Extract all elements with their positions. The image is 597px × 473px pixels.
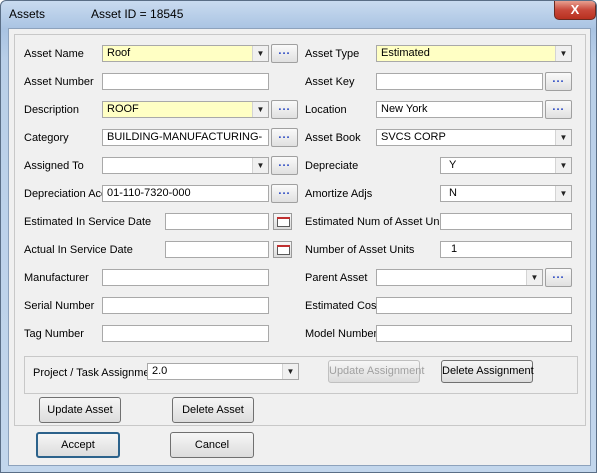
- num-units-input[interactable]: 1: [440, 241, 572, 258]
- model-number-label: Model Number: [305, 328, 378, 340]
- num-units-label: Number of Asset Units: [305, 244, 415, 256]
- title-bar[interactable]: Assets Asset ID = 18545 X: [1, 1, 596, 27]
- delete-assignment-button[interactable]: Delete Assignment: [441, 360, 534, 383]
- close-button[interactable]: X: [554, 1, 596, 20]
- depreciate-label: Depreciate: [305, 160, 359, 172]
- description-label: Description: [24, 104, 80, 116]
- manufacturer-label: Manufacturer: [24, 272, 89, 284]
- cancel-button[interactable]: Cancel: [170, 432, 254, 458]
- category-browse-button[interactable]: ...: [271, 128, 298, 147]
- asset-book-combo[interactable]: SVCS CORP ▼: [376, 129, 572, 146]
- parent-asset-combo[interactable]: ▼: [376, 269, 543, 286]
- asset-name-combo[interactable]: Roof ▼: [102, 45, 269, 62]
- asset-number-label: Asset Number: [24, 76, 94, 88]
- serial-number-input[interactable]: [102, 297, 269, 314]
- model-number-input[interactable]: [376, 325, 572, 342]
- chevron-down-icon[interactable]: ▼: [555, 46, 571, 61]
- num-units-value: 1: [451, 243, 458, 255]
- manufacturer-input[interactable]: [102, 269, 269, 286]
- estimated-cost-label: Estimated Cost: [305, 300, 380, 312]
- asset-name-browse-button[interactable]: ...: [271, 44, 298, 63]
- parent-asset-browse-button[interactable]: ...: [545, 268, 572, 287]
- asset-key-input[interactable]: [376, 73, 543, 90]
- est-num-units-input[interactable]: [440, 213, 572, 230]
- chevron-down-icon[interactable]: ▼: [555, 158, 571, 173]
- asset-name-label: Asset Name: [24, 48, 84, 60]
- calendar-icon[interactable]: [273, 213, 292, 230]
- assigned-to-label: Assigned To: [24, 160, 84, 172]
- amortize-adjs-label: Amortize Adjs: [305, 188, 373, 200]
- parent-asset-label: Parent Asset: [305, 272, 368, 284]
- location-input[interactable]: New York: [376, 101, 543, 118]
- chevron-down-icon[interactable]: ▼: [526, 270, 542, 285]
- category-value: BUILDING-MANUFACTURING-: [107, 131, 263, 143]
- assigned-to-browse-button[interactable]: ...: [271, 156, 298, 175]
- asset-id-label: Asset ID = 18545: [91, 7, 184, 21]
- assignment-combo[interactable]: 2.0 ▼: [147, 363, 299, 380]
- category-label: Category: [24, 132, 69, 144]
- category-input[interactable]: BUILDING-MANUFACTURING-: [102, 129, 269, 146]
- actual-in-service-date-input[interactable]: [165, 241, 269, 258]
- depreciate-value: Y: [449, 159, 457, 171]
- depreciation-acct-label: Depreciation Acct: [24, 188, 110, 200]
- calendar-icon[interactable]: [273, 241, 292, 258]
- asset-type-value: Estimated: [381, 47, 430, 59]
- assignment-label: Project / Task Assignment: [33, 367, 159, 379]
- description-combo[interactable]: ROOF ▼: [102, 101, 269, 118]
- update-assignment-button[interactable]: Update Assignment: [328, 360, 424, 383]
- depreciate-combo[interactable]: Y ▼: [440, 157, 572, 174]
- asset-type-combo[interactable]: Estimated ▼: [376, 45, 572, 62]
- chevron-down-icon[interactable]: ▼: [252, 46, 268, 61]
- asset-details-frame: Asset Name Roof ▼ ... Asset Type Estimat…: [14, 34, 586, 426]
- depreciation-acct-input[interactable]: 01-110-7320-000: [102, 185, 269, 202]
- asset-book-value: SVCS CORP: [381, 131, 446, 143]
- chevron-down-icon[interactable]: ▼: [555, 130, 571, 145]
- dialog-body: Asset Name Roof ▼ ... Asset Type Estimat…: [8, 28, 591, 466]
- depreciation-acct-browse-button[interactable]: ...: [271, 184, 298, 203]
- chevron-down-icon[interactable]: ▼: [282, 364, 298, 379]
- update-asset-button[interactable]: Update Asset: [39, 397, 121, 423]
- chevron-down-icon[interactable]: ▼: [252, 158, 268, 173]
- asset-key-label: Asset Key: [305, 76, 355, 88]
- location-label: Location: [305, 104, 347, 116]
- description-browse-button[interactable]: ...: [271, 100, 298, 119]
- tag-number-label: Tag Number: [24, 328, 84, 340]
- actual-in-service-date-label: Actual In Service Date: [24, 244, 133, 256]
- chevron-down-icon[interactable]: ▼: [252, 102, 268, 117]
- est-in-service-date-input[interactable]: [165, 213, 269, 230]
- depreciation-acct-value: 01-110-7320-000: [107, 187, 191, 199]
- location-value: New York: [381, 103, 428, 115]
- assets-window: Assets Asset ID = 18545 X Asset Name Roo…: [0, 0, 597, 473]
- location-browse-button[interactable]: ...: [545, 100, 572, 119]
- asset-book-label: Asset Book: [305, 132, 361, 144]
- amortize-adjs-value: N: [449, 187, 457, 199]
- estimated-cost-input[interactable]: [376, 297, 572, 314]
- delete-asset-button[interactable]: Delete Asset: [172, 397, 254, 423]
- asset-type-label: Asset Type: [305, 48, 360, 60]
- est-in-service-date-label: Estimated In Service Date: [24, 216, 152, 228]
- description-value: ROOF: [107, 103, 139, 115]
- serial-number-label: Serial Number: [24, 300, 95, 312]
- asset-number-input[interactable]: [102, 73, 269, 90]
- window-title: Assets: [9, 7, 46, 21]
- chevron-down-icon[interactable]: ▼: [555, 186, 571, 201]
- asset-name-value: Roof: [107, 47, 131, 59]
- assigned-to-combo[interactable]: ▼: [102, 157, 269, 174]
- assignment-value: 2.0: [152, 365, 168, 377]
- accept-button[interactable]: Accept: [36, 432, 120, 458]
- est-num-units-label: Estimated Num of Asset Units: [305, 216, 451, 228]
- tag-number-input[interactable]: [102, 325, 269, 342]
- amortize-adjs-combo[interactable]: N ▼: [440, 185, 572, 202]
- asset-key-browse-button[interactable]: ...: [545, 72, 572, 91]
